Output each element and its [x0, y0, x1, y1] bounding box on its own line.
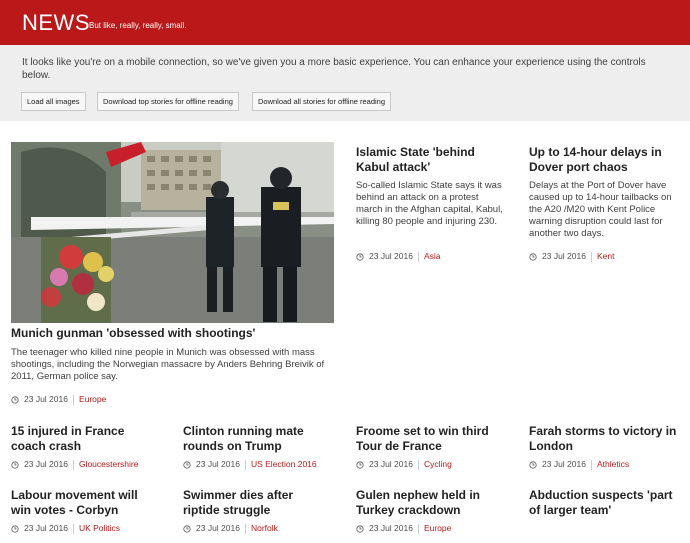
download-top-stories-button[interactable]: Download top stories for offline reading: [97, 92, 239, 111]
story-title-corbyn[interactable]: Labour movement will win votes - Corbyn: [11, 488, 161, 518]
story-date: 23 Jul 2016: [542, 459, 586, 469]
notice-text: It looks like you're on a mobile connect…: [22, 57, 646, 81]
story-date: 23 Jul 2016: [24, 459, 68, 469]
story-date: 23 Jul 2016: [369, 459, 413, 469]
story-category-link[interactable]: US Election 2016: [251, 459, 317, 470]
story-date: 23 Jul 2016: [369, 251, 413, 261]
story-meta: 23 Jul 2016 Cycling: [356, 459, 452, 470]
story-summary-munich: The teenager who killed nine people in M…: [11, 347, 325, 382]
story-category-link[interactable]: Kent: [597, 251, 615, 262]
story-category-link[interactable]: Norfolk: [251, 523, 278, 534]
clock-icon: [529, 460, 537, 469]
clock-icon: [11, 395, 19, 404]
story-title-dover[interactable]: Up to 14-hour delays in Dover port chaos: [529, 145, 684, 175]
meta-divider: [417, 251, 419, 262]
story-title-farah[interactable]: Farah storms to victory in London: [529, 424, 684, 454]
story-category-link[interactable]: Gloucestershire: [79, 459, 139, 470]
story-title-france-coach[interactable]: 15 injured in France coach crash: [11, 424, 161, 454]
story-category-link[interactable]: Europe: [424, 523, 451, 534]
story-meta: 23 Jul 2016 Europe: [356, 523, 451, 534]
story-meta: 23 Jul 2016 Kent: [529, 251, 614, 262]
meta-divider: [72, 394, 74, 405]
story-category-link[interactable]: Asia: [424, 251, 441, 262]
story-title-froome[interactable]: Froome set to win third Tour de France: [356, 424, 506, 454]
hero-story-image[interactable]: [11, 142, 334, 323]
story-title-gulen[interactable]: Gulen nephew held in Turkey crackdown: [356, 488, 506, 518]
story-date: 23 Jul 2016: [24, 523, 68, 533]
clock-icon: [356, 252, 364, 261]
download-all-stories-button[interactable]: Download all stories for offline reading: [252, 92, 392, 111]
clock-icon: [356, 524, 364, 533]
clock-icon: [356, 460, 364, 469]
load-all-images-button[interactable]: Load all images: [21, 92, 86, 111]
clock-icon: [529, 252, 537, 261]
story-title-swimmer[interactable]: Swimmer dies after riptide struggle: [183, 488, 333, 518]
story-date: 23 Jul 2016: [196, 523, 240, 533]
meta-divider: [72, 523, 74, 534]
story-category-link[interactable]: UK Politics: [79, 523, 120, 534]
story-meta: 23 Jul 2016 Norfolk: [183, 523, 278, 534]
meta-divider: [417, 459, 419, 470]
story-summary-dover: Delays at the Port of Dover have caused …: [529, 180, 672, 239]
story-meta: 23 Jul 2016 Europe: [11, 394, 106, 405]
story-meta: 23 Jul 2016 Athletics: [529, 459, 629, 470]
clock-icon: [11, 460, 19, 469]
site-tagline: But like, really, really, small.: [89, 21, 187, 30]
story-title-munich[interactable]: Munich gunman 'obsessed with shootings': [11, 326, 331, 341]
meta-divider: [244, 459, 246, 470]
meta-divider: [417, 523, 419, 534]
story-category-link[interactable]: Cycling: [424, 459, 452, 470]
meta-divider: [590, 251, 592, 262]
story-meta: 23 Jul 2016 Gloucestershire: [11, 459, 138, 470]
meta-divider: [72, 459, 74, 470]
story-title-abduction[interactable]: Abduction suspects 'part of larger team': [529, 488, 684, 518]
story-date: 23 Jul 2016: [369, 523, 413, 533]
story-meta: 23 Jul 2016 UK Politics: [11, 523, 120, 534]
meta-divider: [244, 523, 246, 534]
story-summary-kabul: So-called Islamic State says it was behi…: [356, 180, 503, 227]
site-header: NEWS But like, really, really, small.: [0, 0, 690, 45]
story-meta: 23 Jul 2016 US Election 2016: [183, 459, 317, 470]
story-date: 23 Jul 2016: [542, 251, 586, 261]
clock-icon: [183, 460, 191, 469]
story-category-link[interactable]: Europe: [79, 394, 106, 405]
news-logo[interactable]: NEWS: [22, 10, 90, 36]
story-title-kabul[interactable]: Islamic State 'behind Kabul attack': [356, 145, 506, 175]
story-title-clinton[interactable]: Clinton running mate rounds on Trump: [183, 424, 333, 454]
story-meta: 23 Jul 2016 Asia: [356, 251, 441, 262]
story-category-link[interactable]: Athletics: [597, 459, 629, 470]
clock-icon: [11, 524, 19, 533]
story-date: 23 Jul 2016: [24, 394, 68, 404]
meta-divider: [590, 459, 592, 470]
clock-icon: [183, 524, 191, 533]
story-date: 23 Jul 2016: [196, 459, 240, 469]
